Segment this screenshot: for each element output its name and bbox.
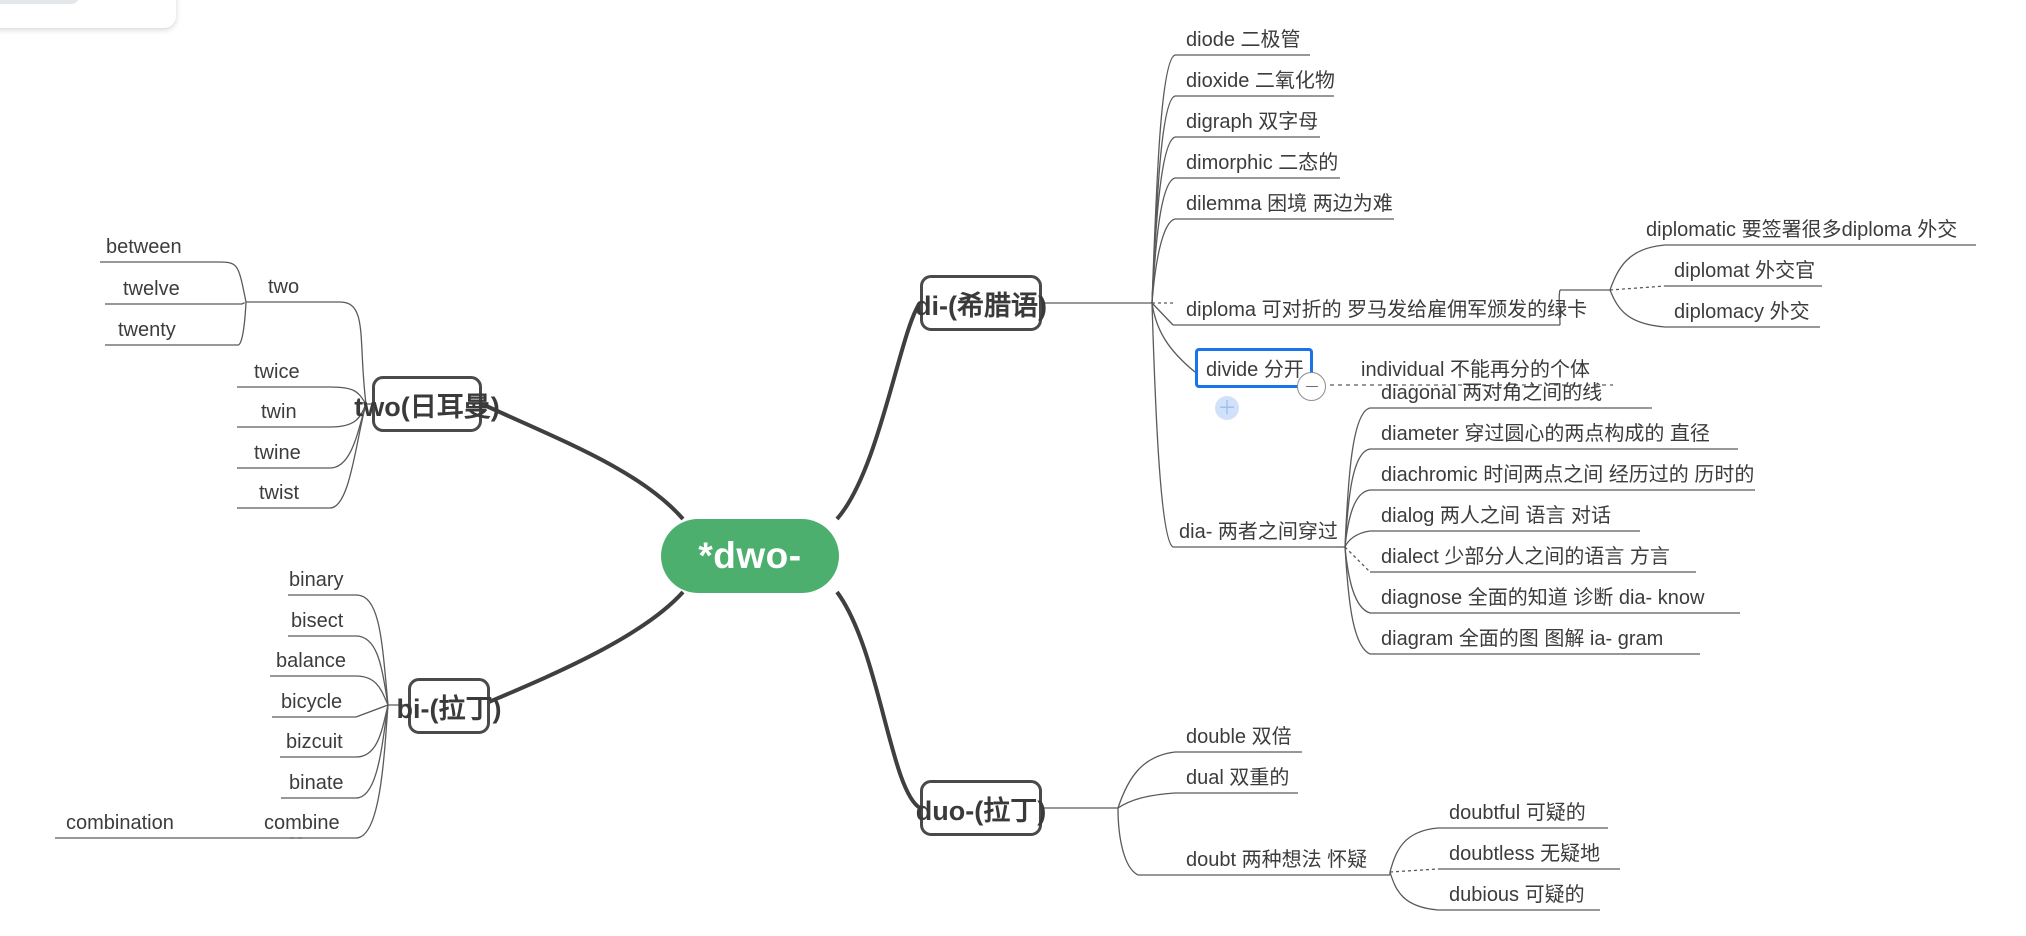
leaf-combination[interactable]: combination xyxy=(60,804,178,838)
branch-node-two-germanic[interactable]: two(日耳曼) xyxy=(354,376,500,432)
leaf-diagram[interactable]: diagram 全面的图 图解 ia- gram xyxy=(1375,620,1667,654)
toolbar-chip-button[interactable] xyxy=(0,0,80,4)
root-node[interactable]: *dwo- xyxy=(661,519,839,593)
leaf-diplomatic[interactable]: diplomatic 要签署很多diploma 外交 xyxy=(1640,211,1961,245)
leaf-combine[interactable]: combine xyxy=(258,804,344,838)
branch-node-di-greek[interactable]: di-(希腊语) xyxy=(915,275,1047,331)
leaf-diplomacy[interactable]: diplomacy 外交 xyxy=(1668,293,1814,327)
leaf-bizcuit[interactable]: bizcuit xyxy=(280,723,347,757)
floating-toolbar[interactable] xyxy=(0,0,176,28)
leaf-doubt[interactable]: doubt 两种想法 怀疑 xyxy=(1180,841,1371,875)
leaf-diode[interactable]: diode 二极管 xyxy=(1180,21,1305,55)
minus-icon xyxy=(1305,385,1318,388)
leaf-diameter[interactable]: diameter 穿过圆心的两点构成的 直径 xyxy=(1375,415,1714,449)
leaf-bicycle[interactable]: bicycle xyxy=(275,683,346,717)
leaf-dual[interactable]: dual 双重的 xyxy=(1180,759,1293,793)
leaf-twice[interactable]: twice xyxy=(248,353,304,387)
leaf-two[interactable]: two xyxy=(262,268,303,302)
leaf-diploma[interactable]: diploma 可对折的 罗马发给雇佣军颁发的绿卡 xyxy=(1180,291,1591,325)
leaf-doubtful[interactable]: doubtful 可疑的 xyxy=(1443,794,1590,828)
leaf-divide-selected[interactable]: divide 分开 xyxy=(1195,348,1313,388)
leaf-binary[interactable]: binary xyxy=(283,561,347,595)
leaf-two-twenty[interactable]: twenty xyxy=(112,311,180,345)
leaf-doubtless[interactable]: doubtless 无疑地 xyxy=(1443,835,1604,869)
leaf-dialect[interactable]: dialect 少部分人之间的语言 方言 xyxy=(1375,538,1674,572)
add-child-button[interactable]: ＋ xyxy=(1215,396,1239,420)
branch-node-bi-latin[interactable]: bi-(拉丁) xyxy=(397,678,501,734)
leaf-bisect[interactable]: bisect xyxy=(285,602,347,636)
leaf-dia-prefix[interactable]: dia- 两者之间穿过 xyxy=(1173,513,1342,547)
leaf-diplomat[interactable]: diplomat 外交官 xyxy=(1668,252,1819,286)
leaf-two-twelve[interactable]: twelve xyxy=(117,270,184,304)
leaf-balance[interactable]: balance xyxy=(270,642,350,676)
mindmap-canvas[interactable]: *dwo- two(日耳曼) bi-(拉丁) di-(希腊语) duo-(拉丁)… xyxy=(0,0,2026,936)
leaf-dilemma[interactable]: dilemma 困境 两边为难 xyxy=(1180,185,1397,219)
leaf-dialog[interactable]: dialog 两人之间 语言 对话 xyxy=(1375,497,1615,531)
leaf-twist[interactable]: twist xyxy=(253,474,303,508)
leaf-double[interactable]: double 双倍 xyxy=(1180,718,1296,752)
leaf-diagonal[interactable]: diagonal 两对角之间的线 xyxy=(1375,374,1606,408)
leaf-dimorphic[interactable]: dimorphic 二态的 xyxy=(1180,144,1342,178)
leaf-dioxide[interactable]: dioxide 二氧化物 xyxy=(1180,62,1339,96)
leaf-twin[interactable]: twin xyxy=(255,393,301,427)
leaf-twine[interactable]: twine xyxy=(248,434,305,468)
branch-node-duo-latin[interactable]: duo-(拉丁) xyxy=(916,780,1046,836)
leaf-digraph[interactable]: digraph 双字母 xyxy=(1180,103,1322,137)
leaf-dubious[interactable]: dubious 可疑的 xyxy=(1443,876,1589,910)
leaf-binate[interactable]: binate xyxy=(283,764,348,798)
leaf-diagnose[interactable]: diagnose 全面的知道 诊断 dia- know xyxy=(1375,579,1708,613)
collapse-toggle-button[interactable] xyxy=(1297,372,1326,401)
leaf-diachromic[interactable]: diachromic 时间两点之间 经历过的 历时的 xyxy=(1375,456,1758,490)
leaf-two-between[interactable]: between xyxy=(100,228,186,262)
